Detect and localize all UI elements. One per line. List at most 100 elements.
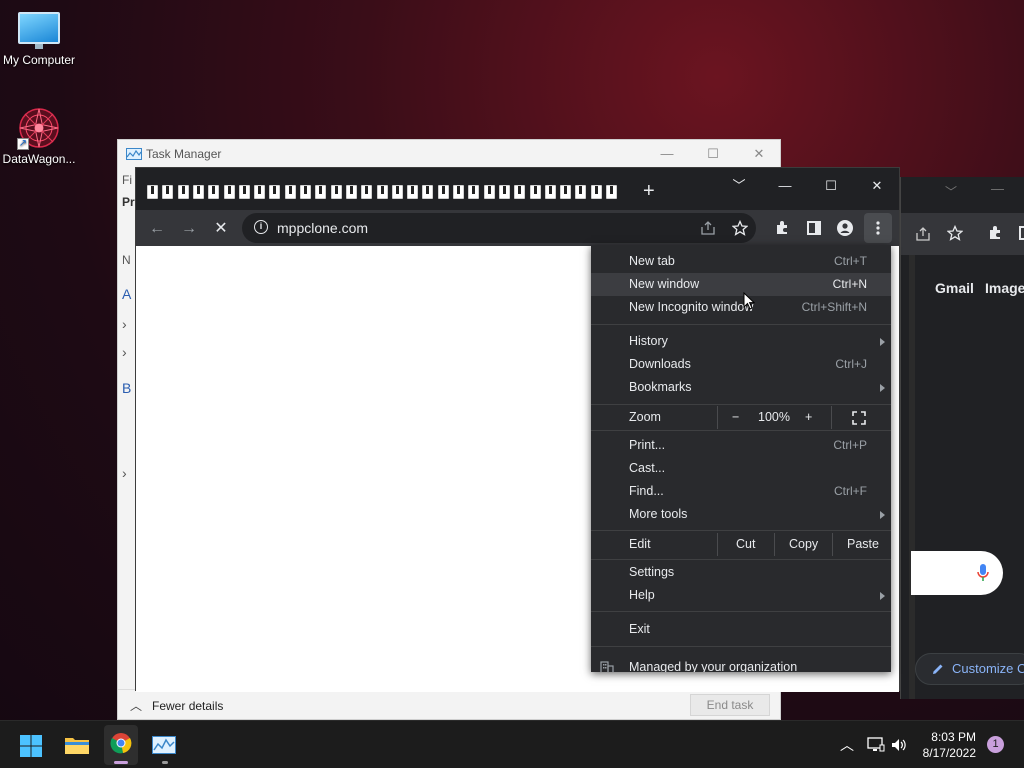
search-box[interactable] (911, 551, 1003, 595)
tab-favicon[interactable] (453, 185, 464, 199)
tab-favicon[interactable] (162, 185, 174, 199)
microphone-icon[interactable] (977, 564, 989, 582)
tab-favicon[interactable] (514, 185, 526, 199)
minimize-button[interactable]: — (762, 172, 808, 200)
tab-favicon[interactable] (300, 185, 311, 199)
gmail-link[interactable]: Gmail (935, 280, 974, 296)
menu-item-help[interactable]: Help (591, 584, 891, 607)
tab-favicon[interactable] (208, 185, 220, 199)
tab-favicon[interactable] (223, 185, 235, 199)
menu-item-bookmarks[interactable]: Bookmarks (591, 376, 891, 399)
tab-search-button[interactable]: ﹀ (716, 172, 762, 200)
stop-loading-icon[interactable]: ✕ (209, 217, 233, 241)
start-windows-icon[interactable] (19, 734, 43, 758)
paste-button[interactable]: Paste (847, 533, 879, 556)
tab-favicon[interactable] (575, 185, 587, 199)
menu-item-find[interactable]: Find... Ctrl+F (591, 480, 891, 503)
tab-favicon[interactable] (560, 185, 572, 199)
menu-item-print[interactable]: Print... Ctrl+P (591, 434, 891, 457)
tab-favicon[interactable] (498, 185, 510, 199)
tab-favicon[interactable] (147, 185, 158, 199)
tab-favicon[interactable] (177, 185, 189, 199)
expand-arrow[interactable]: › (122, 344, 127, 360)
expand-arrow[interactable]: › (122, 316, 127, 332)
tab-fragment[interactable]: Pr (122, 195, 135, 209)
tab-strip[interactable]: + ﹀ — ☐ ✕ (136, 168, 899, 210)
minimize-button[interactable]: — (991, 181, 1004, 196)
extensions-icon[interactable] (987, 225, 1003, 241)
zoom-out-button[interactable]: − (732, 406, 739, 429)
tab-favicon[interactable] (269, 185, 281, 199)
tab-favicon[interactable] (284, 185, 296, 199)
expand-arrow[interactable]: › (122, 465, 127, 481)
side-panel-icon[interactable] (1019, 226, 1024, 240)
tab-favicon[interactable] (407, 185, 419, 199)
background-browser-tabstrip[interactable]: ﹀ — (901, 177, 1024, 213)
tab-favicon[interactable] (606, 185, 617, 199)
menu-item-cast[interactable]: Cast... (591, 457, 891, 480)
tab-favicon[interactable] (529, 185, 541, 199)
system-clock[interactable]: 8:03 PM 8/17/2022 (923, 729, 976, 761)
background-browser-window[interactable]: ﹀ — Gmail Images Customize C (900, 177, 1024, 699)
zoom-in-button[interactable]: + (805, 406, 812, 429)
volume-icon[interactable] (891, 737, 909, 753)
info-icon[interactable]: i (254, 220, 268, 234)
tab-favicon[interactable] (376, 185, 388, 199)
copy-button[interactable]: Copy (789, 533, 818, 556)
fewer-details-button[interactable]: ︿ Fewer details (130, 697, 223, 714)
tab-favicon[interactable] (361, 185, 373, 199)
menu-item-exit[interactable]: Exit (591, 618, 891, 641)
tab-favicon[interactable] (238, 185, 250, 199)
tab-favicon[interactable] (254, 185, 266, 199)
star-icon[interactable] (947, 225, 963, 241)
forward-arrow-icon[interactable]: → (177, 217, 201, 241)
tab-favicon[interactable] (330, 185, 342, 199)
share-icon[interactable] (915, 226, 931, 242)
cut-button[interactable]: Cut (736, 533, 755, 556)
menu-item-settings[interactable]: Settings (591, 561, 891, 584)
tab-favicon[interactable] (544, 185, 556, 199)
chrome-taskbar-button[interactable] (104, 725, 138, 765)
tab-favicon[interactable] (391, 185, 403, 199)
menu-item-new-tab[interactable]: New tab Ctrl+T (591, 250, 891, 273)
tab-favicon[interactable] (437, 185, 449, 199)
customize-chrome-button[interactable]: Customize C (915, 653, 1024, 685)
task-manager-taskbar-button[interactable] (150, 725, 180, 765)
share-icon[interactable] (700, 220, 716, 236)
extensions-icon[interactable] (774, 220, 790, 236)
maximize-button[interactable]: ☐ (808, 172, 854, 200)
tab-favicon[interactable] (483, 185, 495, 199)
end-task-button[interactable]: End task (690, 694, 770, 716)
chevron-up-icon[interactable]: ︿ (840, 735, 854, 755)
tab-favicon[interactable] (315, 185, 327, 199)
menu-item-history[interactable]: History (591, 330, 891, 353)
fullscreen-icon[interactable] (852, 411, 866, 425)
star-icon[interactable] (732, 220, 748, 236)
address-bar[interactable]: i mppclone.com (242, 213, 756, 243)
maximize-button[interactable]: ☐ (690, 140, 736, 168)
menu-item-new-incognito[interactable]: New Incognito window Ctrl+Shift+N (591, 296, 891, 319)
back-arrow-icon[interactable]: ← (145, 217, 169, 241)
tab-favicon[interactable] (345, 185, 357, 199)
tab-favicon[interactable] (422, 185, 434, 199)
side-panel-icon[interactable] (807, 221, 821, 235)
new-tab-button[interactable]: + (643, 180, 655, 203)
scrollbar[interactable] (909, 255, 915, 699)
menu-item-new-window[interactable]: New window Ctrl+N (591, 273, 891, 296)
close-button[interactable]: ✕ (854, 172, 900, 200)
tab-favicon[interactable] (468, 185, 480, 199)
menu-item-downloads[interactable]: Downloads Ctrl+J (591, 353, 891, 376)
chevron-down-icon[interactable]: ﹀ (945, 183, 957, 200)
menu-item-managed[interactable]: Managed by your organization (591, 656, 891, 672)
tab-favicon[interactable] (192, 185, 204, 199)
menu-button[interactable] (864, 213, 892, 243)
profile-icon[interactable] (837, 220, 853, 236)
menu-fragment[interactable]: Fi (122, 173, 132, 187)
file-explorer-icon[interactable] (64, 733, 90, 757)
images-link[interactable]: Images (985, 280, 1024, 296)
notification-badge[interactable]: 1 (987, 736, 1004, 753)
minimize-button[interactable]: — (644, 140, 690, 168)
close-button[interactable]: ✕ (736, 140, 782, 168)
task-manager-titlebar[interactable]: Task Manager — ☐ ✕ (118, 140, 780, 168)
desktop-icon-my-computer[interactable]: My Computer (0, 12, 79, 67)
